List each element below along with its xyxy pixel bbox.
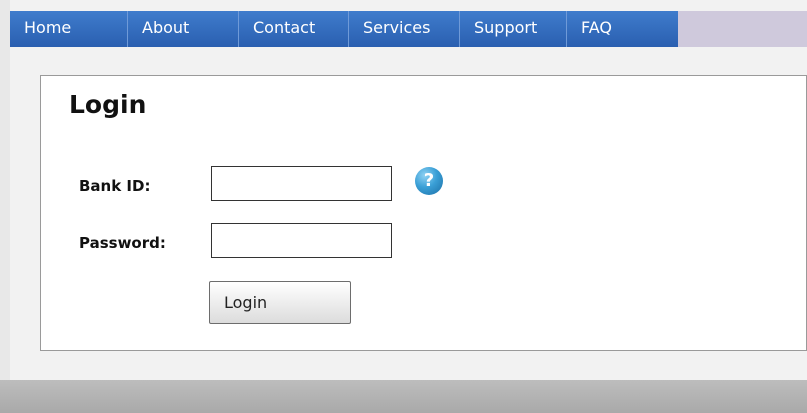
bank-id-label: Bank ID: xyxy=(79,177,151,195)
bank-id-input[interactable] xyxy=(211,166,392,201)
nav-item-faq[interactable]: FAQ xyxy=(567,11,678,47)
nav-item-support[interactable]: Support xyxy=(460,11,567,47)
nav-item-home[interactable]: Home xyxy=(10,11,128,47)
password-input[interactable] xyxy=(211,223,392,258)
top-navigation: Home About Contact Services Support FAQ xyxy=(10,11,807,47)
question-mark-icon[interactable]: ? xyxy=(415,167,443,195)
footer-bar xyxy=(0,380,807,413)
nav-item-about[interactable]: About xyxy=(128,11,239,47)
login-button[interactable]: Login xyxy=(209,281,351,324)
nav-item-contact[interactable]: Contact xyxy=(239,11,349,47)
nav-bar: Home About Contact Services Support FAQ xyxy=(10,11,678,47)
nav-item-services[interactable]: Services xyxy=(349,11,460,47)
login-panel: Login Bank ID: ? Password: Login xyxy=(40,75,807,351)
login-title: Login xyxy=(69,90,147,119)
password-label: Password: xyxy=(79,234,166,252)
